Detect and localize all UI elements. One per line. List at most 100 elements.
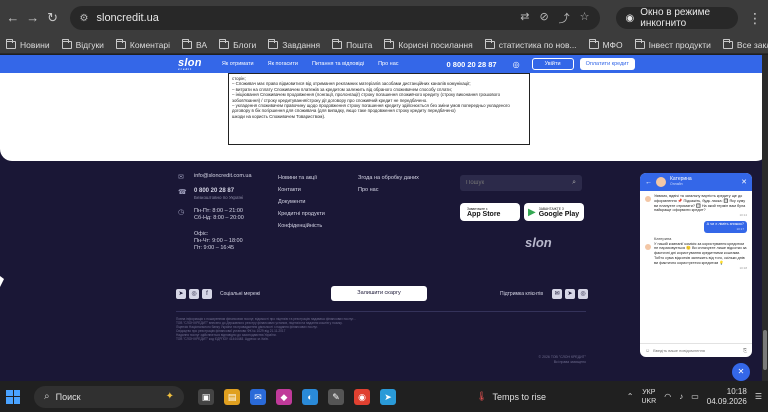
facebook-icon[interactable]: f [202, 289, 212, 299]
browser-menu-icon[interactable]: ⋮ [748, 10, 762, 27]
web-page: slon credit Як отримати Як погасити Питан… [0, 55, 768, 381]
back-icon[interactable]: ← [6, 9, 20, 27]
notifications-icon[interactable]: ☰ [755, 392, 762, 401]
site-logo[interactable]: slon credit [178, 57, 202, 71]
all-bookmarks[interactable]: Все закладки [722, 38, 768, 50]
tracking-icon[interactable]: ⊘ [539, 10, 548, 26]
weather-label: Temps to rise [492, 391, 546, 402]
lang-bottom: UKR [641, 397, 657, 405]
chat-message-input[interactable] [653, 348, 740, 353]
scroll-thumb[interactable] [763, 330, 767, 370]
footer-link[interactable]: Документи [278, 199, 325, 205]
footer-link[interactable]: Про нас [358, 187, 419, 193]
footer-link[interactable]: Кредитні продукти [278, 211, 325, 217]
pay-credit-button[interactable]: Оплатити кредит [579, 58, 635, 70]
taskbar-search[interactable]: ⌕ Поиск ✦ [34, 385, 184, 408]
footer-email[interactable]: info@sloncredit.com.ua [194, 173, 252, 180]
bookmark-label: Інвест продукти [648, 39, 711, 50]
bookmark-label: Блоги [233, 39, 257, 50]
terms-line: – ініціювання Споживачем продовження (ло… [232, 92, 501, 103]
incognito-indicator[interactable]: ◉ Окно в режиме инкогнито [615, 7, 739, 29]
telegram-support-icon[interactable]: ➤ [565, 289, 576, 299]
volume-icon[interactable]: ♪ [679, 392, 683, 401]
office-label: Офіс: [194, 231, 209, 238]
system-tray: ⌃ УКР UKR ◠ ♪ ▭ 10:18 04.09.2026 ☰ [627, 387, 762, 407]
clock[interactable]: 10:18 04.09.2026 [707, 387, 747, 407]
email-support-icon[interactable]: ✉ [552, 289, 563, 299]
login-button[interactable]: Увійти [531, 58, 574, 70]
edge-icon[interactable]: ◐ [302, 388, 318, 405]
chat-message: Уявимо, вдвічі та загальну вартість кред… [645, 194, 747, 218]
battery-icon[interactable]: ▭ [691, 392, 699, 401]
url-text[interactable]: sloncredit.ua [97, 12, 513, 24]
instagram-icon[interactable]: ◎ [189, 289, 199, 299]
footer-divider [176, 311, 586, 312]
windows-start-icon[interactable] [6, 389, 20, 404]
chat-close-icon[interactable]: ✕ [741, 178, 747, 186]
complaint-button[interactable]: Залишити скаргу [331, 286, 427, 301]
footer-search-input[interactable] [466, 180, 573, 186]
reload-icon[interactable]: ↻ [46, 9, 60, 27]
share-icon[interactable]: ⤴ [559, 10, 570, 26]
footer-link[interactable]: Новини та акції [278, 175, 325, 181]
telegram-icon[interactable]: ➤ [380, 388, 396, 405]
bookmark-label: МФО [602, 39, 623, 50]
accessibility-eye-icon[interactable]: ◎ [513, 60, 520, 69]
search-icon[interactable]: ⌕ [572, 179, 576, 187]
bookmark-folder[interactable]: МФО [588, 38, 623, 50]
chat-toggle-button[interactable]: ✕ [732, 363, 750, 381]
folder-icon [634, 38, 645, 49]
bookmark-label: Відгуки [75, 39, 104, 50]
telegram-icon[interactable]: ➤ [176, 289, 186, 299]
footer-link[interactable]: Контакти [278, 187, 325, 193]
translate-icon[interactable]: ⇄ [520, 10, 529, 26]
chat-back-icon[interactable]: ← [645, 179, 652, 186]
nav-how-to-repay[interactable]: Як погасити [268, 61, 298, 67]
footer-phone[interactable]: 0 800 20 28 87 [194, 188, 234, 194]
bookmark-folder[interactable]: Пошта [332, 38, 372, 50]
agent-avatar [656, 177, 666, 187]
nav-how-to-get[interactable]: Як отримати [222, 61, 254, 67]
copilot-icon[interactable]: ◆ [276, 388, 292, 405]
bookmark-folder[interactable]: Інвест продукти [634, 38, 711, 50]
social-links: ➤ ◎ f Соціальні мережі [176, 289, 260, 299]
bookmark-star-icon[interactable]: ☆ [580, 10, 590, 26]
bookmark-folder[interactable]: Блоги [219, 38, 257, 50]
file-explorer-icon[interactable]: ▤ [224, 388, 240, 405]
page-scrollbar[interactable] [762, 55, 768, 381]
bookmark-folder[interactable]: Завдання [268, 38, 320, 50]
forward-icon[interactable]: → [26, 9, 40, 27]
footer-logo: slon [525, 235, 552, 250]
chevron-up-icon[interactable]: ⌃ [627, 392, 634, 401]
header-phone[interactable]: 0 800 20 28 87 [447, 60, 497, 69]
outlook-icon[interactable]: ✉ [250, 388, 266, 405]
folder-icon [182, 38, 193, 49]
language-indicator[interactable]: УКР UKR [641, 388, 656, 406]
bookmark-label: Новини [20, 39, 50, 50]
bookmark-folder[interactable]: Відгуки [61, 38, 104, 50]
attach-icon[interactable]: ⎘ [743, 348, 747, 354]
google-play-icon: ▶ [528, 206, 536, 218]
site-info-icon[interactable]: ⚙ [80, 13, 89, 24]
wifi-icon[interactable]: ◠ [664, 392, 671, 401]
chrome-icon[interactable]: ◉ [354, 388, 370, 405]
viber-support-icon[interactable]: ◎ [578, 289, 589, 299]
footer-link[interactable]: Конфіденційність [278, 223, 325, 229]
bookmark-folder[interactable]: Коментарі [115, 38, 170, 50]
notepad-icon[interactable]: ✎ [328, 388, 344, 405]
google-play-button[interactable]: ▶ ЗАВАНТАЖТЕ З Google Play [524, 203, 584, 221]
bookmark-folder[interactable]: Новини [6, 38, 50, 50]
nav-faq[interactable]: Питання та відповіді [312, 61, 364, 67]
bookmark-folder[interactable]: статистика по нов... [484, 38, 577, 50]
app-store-button[interactable]: Завантажте з App Store [460, 203, 520, 221]
bookmark-folder[interactable]: Корисні посилання [384, 38, 473, 50]
address-bar[interactable]: ⚙ sloncredit.ua ⇄ ⊘ ⤴ ☆ [69, 6, 600, 30]
agent-mini-avatar [645, 243, 651, 250]
support-links: Підтримка клієнтів ✉ ➤ ◎ [500, 289, 589, 299]
nav-about[interactable]: Про нас [378, 61, 398, 67]
emoji-icon[interactable]: ☺ [645, 348, 650, 354]
weather-widget[interactable]: 🌡 Temps to rise [476, 391, 546, 402]
task-view-icon[interactable]: ▣ [198, 388, 214, 405]
bookmark-folder[interactable]: ВА [182, 38, 207, 50]
footer-link[interactable]: Згода на обробку даних [358, 175, 419, 181]
